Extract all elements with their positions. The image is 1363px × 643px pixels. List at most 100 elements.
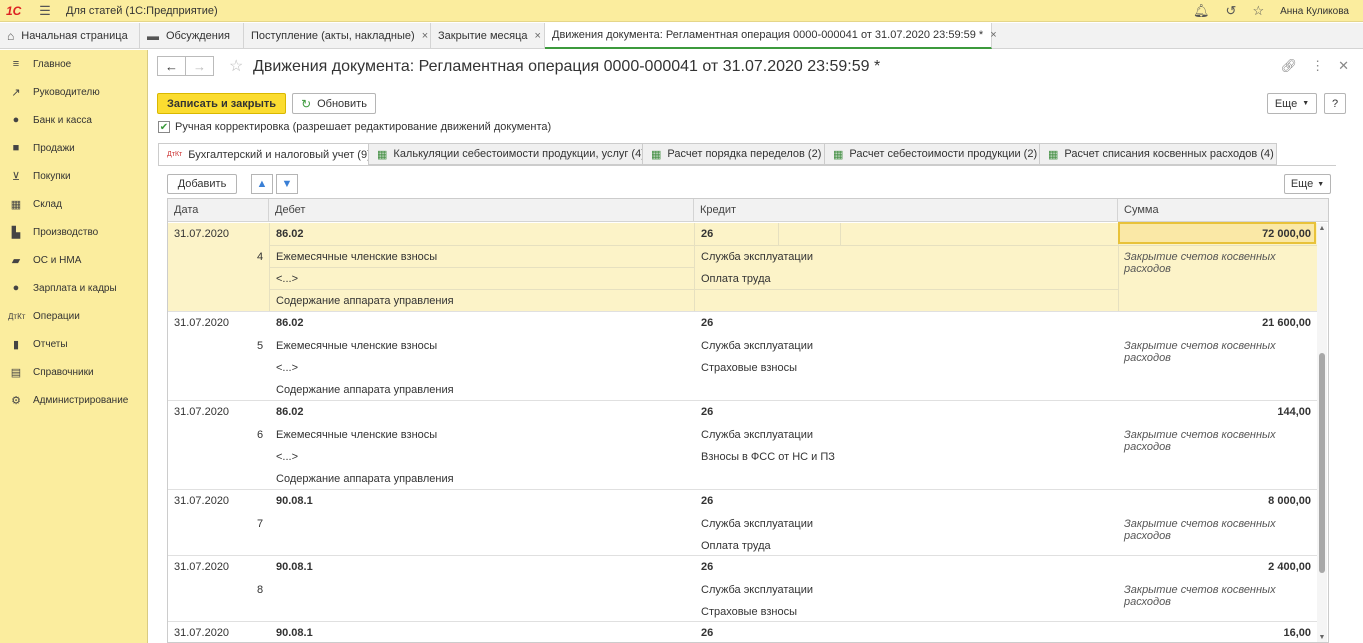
chevron-down-icon: ▼ [1317,180,1325,188]
close-icon[interactable]: × [535,30,541,42]
table-more-button[interactable]: Еще ▼ [1284,174,1331,194]
sidebar-item-catalogs[interactable]: ▤ Справочники [0,358,147,386]
move-down-icon[interactable]: ▼ [276,174,298,194]
sidebar-item-label: Отчеты [33,338,68,350]
checkbox-checked-icon[interactable]: ✔ [158,121,170,133]
sidebar-item-salary[interactable]: ● Зарплата и кадры [0,274,147,302]
bell-icon[interactable]: 🔔︎ [1193,3,1210,19]
row-number: 4 [257,251,264,263]
sidebar-item-warehouse[interactable]: ▦ Склад [0,190,147,218]
column-header-debit[interactable]: Дебет [269,199,694,222]
back-arrow-icon[interactable]: ← [157,56,186,76]
cart-icon: ⊻ [11,170,21,183]
manual-correction-checkbox[interactable]: ✔ Ручная корректировка (разрешает редакт… [158,121,551,133]
column-header-date[interactable]: Дата [168,199,269,222]
table-row[interactable]: 31.07.2020 5 86.02 Ежемесячные членские … [168,312,1318,401]
sidebar-item-operations[interactable]: ДтКт Операции [0,302,147,330]
user-name[interactable]: Анна Куликова [1280,6,1349,17]
sidebar-item-purchases[interactable]: ⊻ Покупки [0,162,147,190]
column-header-sum[interactable]: Сумма [1118,199,1328,222]
credit-subconto-1: Служба эксплуатации [701,340,813,352]
tab-label: Движения документа: Регламентная операци… [552,29,984,41]
tab-month-close[interactable]: Закрытие месяца × [431,23,545,49]
credit-subconto-1: Служба эксплуатации [701,251,813,263]
tab-production-cost[interactable]: ▦ Расчет себестоимости продукции (2) [824,143,1040,165]
page-title: Движения документа: Регламентная операци… [253,58,881,75]
more-vertical-icon[interactable]: ⋮ [1311,58,1324,74]
table-icon: ▦ [833,148,844,161]
credit-account: 26 [701,495,714,507]
debit-account: 86.02 [276,317,304,329]
help-button[interactable]: ? [1324,93,1346,114]
close-icon[interactable]: ✕ [1338,58,1349,74]
tab-label: Бухгалтерский и налоговый учет (9) [188,148,371,161]
row-date: 31.07.2020 [174,317,230,329]
row-description: Закрытие счетов косвенных расходов [1124,251,1276,275]
sidebar-item-reports[interactable]: ▮ Отчеты [0,330,147,358]
close-icon[interactable]: × [990,29,996,41]
sidebar-item-manager[interactable]: ↗ Руководителю [0,78,147,106]
table-icon: ▦ [377,148,388,161]
column-header-credit[interactable]: Кредит [694,199,1118,222]
link-icon[interactable]: 🔗︎ [1281,58,1298,74]
star-icon[interactable]: ☆ [1252,3,1264,19]
tab-label: Обсуждения [166,30,230,42]
table-row[interactable]: 31.07.2020 90.08.1 26 16,00 [168,622,1318,642]
save-and-close-button[interactable]: Записать и закрыть [157,93,286,114]
tab-accounting[interactable]: ДтКт Бухгалтерский и налоговый учет (9) [158,143,371,166]
trend-icon: ↗ [11,86,21,99]
row-sum: 21 600,00 [1262,317,1311,329]
close-icon[interactable]: × [422,30,428,42]
tab-cost-calculation[interactable]: ▦ Калькуляции себестоимости продукции, у… [368,143,645,165]
scrollbar-thumb[interactable] [1319,353,1325,573]
table-row[interactable]: 31.07.2020 7 90.08.1 26 Служба эксплуата… [168,490,1318,556]
tab-discussions[interactable]: ▬ Обсуждения [140,23,244,49]
tab-document-movements[interactable]: Движения документа: Регламентная операци… [545,23,997,49]
manual-correction-label: Ручная корректировка (разрешает редактир… [175,121,552,133]
sidebar-item-bank[interactable]: ● Банк и касса [0,106,147,134]
row-description: Закрытие счетов косвенных расходов [1124,340,1276,364]
title-bar-actions: 🔔︎ ↺ ☆ Анна Куликова [1193,0,1349,22]
refresh-label: Обновить [317,97,367,110]
favorite-star-icon[interactable]: ☆ [229,56,243,76]
history-icon[interactable]: ↺ [1226,3,1237,19]
vertical-scrollbar[interactable]: ▲ ▼ [1317,223,1327,642]
refresh-button[interactable]: ↻ Обновить [292,93,376,114]
scroll-down-icon[interactable]: ▼ [1317,634,1327,641]
sidebar-item-label: Главное [33,58,72,70]
table-icon: ▦ [651,148,662,161]
sidebar-item-production[interactable]: ▙ Производство [0,218,147,246]
move-up-icon[interactable]: ▲ [251,174,273,194]
home-icon: ⌂ [7,29,15,43]
scroll-up-icon[interactable]: ▲ [1317,225,1327,232]
add-button[interactable]: Добавить [167,174,237,194]
credit-account: 26 [701,627,714,639]
row-description: Закрытие счетов косвенных расходов [1124,429,1276,453]
hamburger-menu-icon[interactable]: ☰ [34,3,56,19]
book-icon: ▤ [10,366,22,379]
row-sum: 144,00 [1277,406,1311,418]
more-button[interactable]: Еще ▼ [1267,93,1317,114]
app-title: Для статей (1С:Предприятие) [66,4,218,17]
debit-account: 90.08.1 [276,561,313,573]
sidebar-item-admin[interactable]: ⚙ Администрирование [0,386,147,414]
debit-subconto-1: Ежемесячные членские взносы [276,340,438,352]
forward-arrow-icon[interactable]: → [185,56,214,76]
sidebar-item-sales[interactable]: ■ Продажи [0,134,147,162]
tab-receipts[interactable]: Поступление (акты, накладные) × [244,23,431,49]
tab-stages-order[interactable]: ▦ Расчет порядка переделов (2) [642,143,825,165]
person-icon: ● [12,282,20,294]
table-row[interactable]: 31.07.2020 4 86.02 Ежемесячные членские … [168,222,1318,312]
tab-home[interactable]: ⌂ Начальная страница [0,23,140,49]
chevron-down-icon: ▼ [1302,100,1310,107]
cell-divider [694,223,695,311]
tab-indirect-costs[interactable]: ▦ Расчет списания косвенных расходов (4) [1039,143,1277,165]
table-row[interactable]: 31.07.2020 8 90.08.1 26 Служба эксплуата… [168,556,1318,622]
table-row[interactable]: 31.07.2020 6 86.02 Ежемесячные членские … [168,401,1318,490]
tab-label: Закрытие месяца [438,30,528,42]
sidebar-item-fixed-assets[interactable]: ▰ ОС и НМА [0,246,147,274]
row-sum: 16,00 [1283,627,1311,639]
tab-label: Расчет списания косвенных расходов (4) [1064,148,1274,160]
row-sum: 72 000,00 [1262,228,1311,240]
sidebar-item-main[interactable]: ≡ Главное [0,50,147,78]
